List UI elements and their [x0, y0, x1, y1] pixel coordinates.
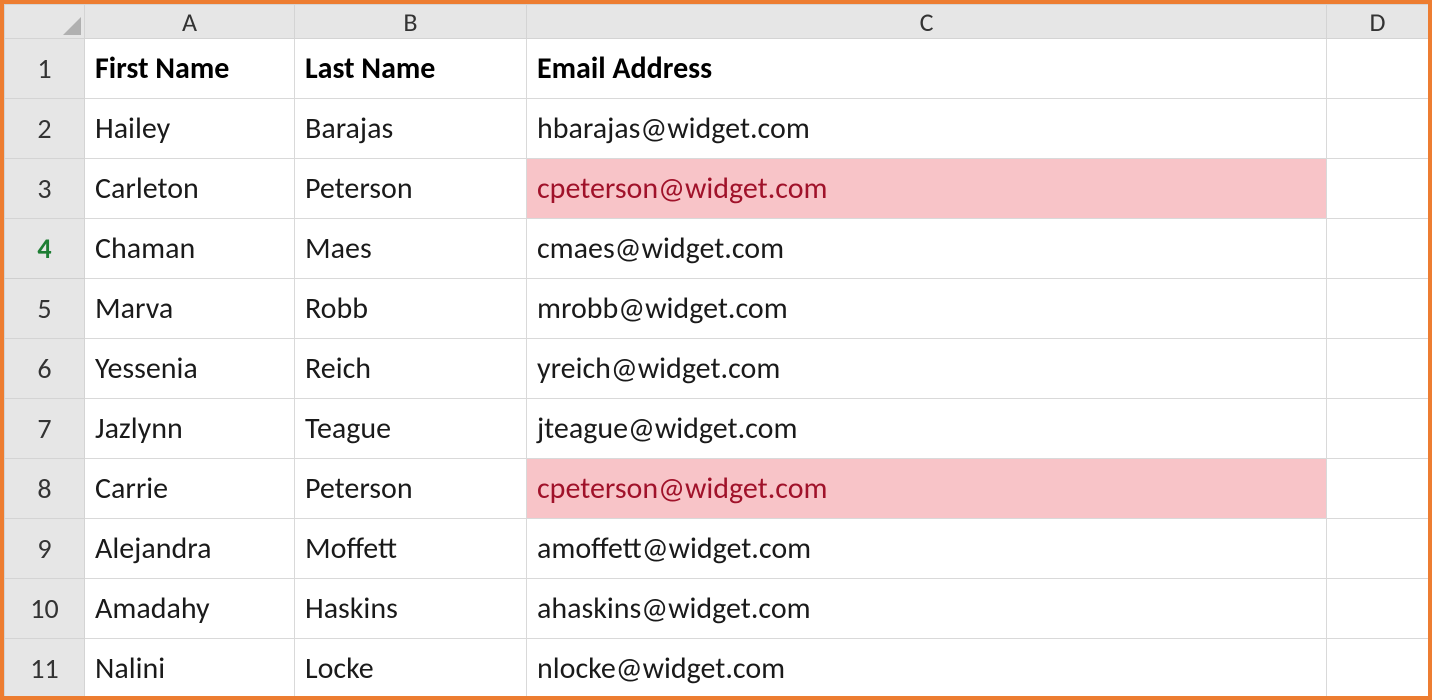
select-all-triangle-icon — [63, 17, 81, 35]
cell-a[interactable]: Nalini — [85, 639, 295, 697]
table-row: 2HaileyBarajashbarajas@widget.com — [5, 99, 1429, 159]
row-header[interactable]: 10 — [5, 579, 85, 639]
app-frame: A B C D 1First NameLast NameEmail Addres… — [0, 0, 1432, 700]
cell-d[interactable] — [1327, 519, 1429, 579]
spreadsheet[interactable]: A B C D 1First NameLast NameEmail Addres… — [4, 4, 1428, 696]
cell-d[interactable] — [1327, 459, 1429, 519]
select-all-corner[interactable] — [5, 5, 85, 39]
cell-a[interactable]: Yessenia — [85, 339, 295, 399]
cell-b[interactable]: Maes — [295, 219, 527, 279]
cell-d[interactable] — [1327, 639, 1429, 697]
cell-c[interactable]: mrobb@widget.com — [527, 279, 1327, 339]
row-header[interactable]: 6 — [5, 339, 85, 399]
table-row: 8CarriePetersoncpeterson@widget.com — [5, 459, 1429, 519]
cell-a[interactable]: Jazlynn — [85, 399, 295, 459]
cell-d[interactable] — [1327, 579, 1429, 639]
cell-c[interactable]: cmaes@widget.com — [527, 219, 1327, 279]
column-header-c[interactable]: C — [527, 5, 1327, 39]
cell-b[interactable]: Haskins — [295, 579, 527, 639]
cell-a[interactable]: First Name — [85, 39, 295, 99]
cell-c[interactable]: jteague@widget.com — [527, 399, 1327, 459]
cell-b[interactable]: Peterson — [295, 159, 527, 219]
table-row: 10AmadahyHaskinsahaskins@widget.com — [5, 579, 1429, 639]
cell-c[interactable]: nlocke@widget.com — [527, 639, 1327, 697]
row-header[interactable]: 8 — [5, 459, 85, 519]
cell-a[interactable]: Carleton — [85, 159, 295, 219]
row-header[interactable]: 4 — [5, 219, 85, 279]
table-row: 4ChamanMaescmaes@widget.com — [5, 219, 1429, 279]
row-header[interactable]: 1 — [5, 39, 85, 99]
cell-d[interactable] — [1327, 219, 1429, 279]
row-header[interactable]: 11 — [5, 639, 85, 697]
cell-b[interactable]: Teague — [295, 399, 527, 459]
row-header[interactable]: 7 — [5, 399, 85, 459]
cell-a[interactable]: Carrie — [85, 459, 295, 519]
cell-c[interactable]: ahaskins@widget.com — [527, 579, 1327, 639]
cell-a[interactable]: Chaman — [85, 219, 295, 279]
cell-b[interactable]: Peterson — [295, 459, 527, 519]
cell-d[interactable] — [1327, 39, 1429, 99]
cell-d[interactable] — [1327, 99, 1429, 159]
table-row: 6YesseniaReichyreich@widget.com — [5, 339, 1429, 399]
column-header-b[interactable]: B — [295, 5, 527, 39]
cell-d[interactable] — [1327, 339, 1429, 399]
cell-b[interactable]: Locke — [295, 639, 527, 697]
cell-d[interactable] — [1327, 279, 1429, 339]
table-row: 3CarletonPetersoncpeterson@widget.com — [5, 159, 1429, 219]
cell-b[interactable]: Last Name — [295, 39, 527, 99]
column-header-d[interactable]: D — [1327, 5, 1429, 39]
cell-c[interactable]: yreich@widget.com — [527, 339, 1327, 399]
row-header[interactable]: 9 — [5, 519, 85, 579]
cell-c[interactable]: hbarajas@widget.com — [527, 99, 1327, 159]
table-row: 1First NameLast NameEmail Address — [5, 39, 1429, 99]
cell-a[interactable]: Alejandra — [85, 519, 295, 579]
cell-c[interactable]: cpeterson@widget.com — [527, 159, 1327, 219]
grid-body: 1First NameLast NameEmail Address2Hailey… — [5, 39, 1429, 697]
cell-b[interactable]: Barajas — [295, 99, 527, 159]
table-row: 5MarvaRobbmrobb@widget.com — [5, 279, 1429, 339]
cell-c[interactable]: amoffett@widget.com — [527, 519, 1327, 579]
cell-a[interactable]: Marva — [85, 279, 295, 339]
row-header[interactable]: 5 — [5, 279, 85, 339]
grid-table: A B C D 1First NameLast NameEmail Addres… — [4, 4, 1428, 696]
cell-b[interactable]: Reich — [295, 339, 527, 399]
table-row: 7JazlynnTeaguejteague@widget.com — [5, 399, 1429, 459]
cell-b[interactable]: Moffett — [295, 519, 527, 579]
column-header-row: A B C D — [5, 5, 1429, 39]
cell-a[interactable]: Hailey — [85, 99, 295, 159]
cell-d[interactable] — [1327, 159, 1429, 219]
cell-c[interactable]: Email Address — [527, 39, 1327, 99]
cell-d[interactable] — [1327, 399, 1429, 459]
row-header[interactable]: 3 — [5, 159, 85, 219]
column-header-a[interactable]: A — [85, 5, 295, 39]
cell-b[interactable]: Robb — [295, 279, 527, 339]
cell-c[interactable]: cpeterson@widget.com — [527, 459, 1327, 519]
table-row: 9AlejandraMoffettamoffett@widget.com — [5, 519, 1429, 579]
row-header[interactable]: 2 — [5, 99, 85, 159]
table-row: 11NaliniLockenlocke@widget.com — [5, 639, 1429, 697]
cell-a[interactable]: Amadahy — [85, 579, 295, 639]
